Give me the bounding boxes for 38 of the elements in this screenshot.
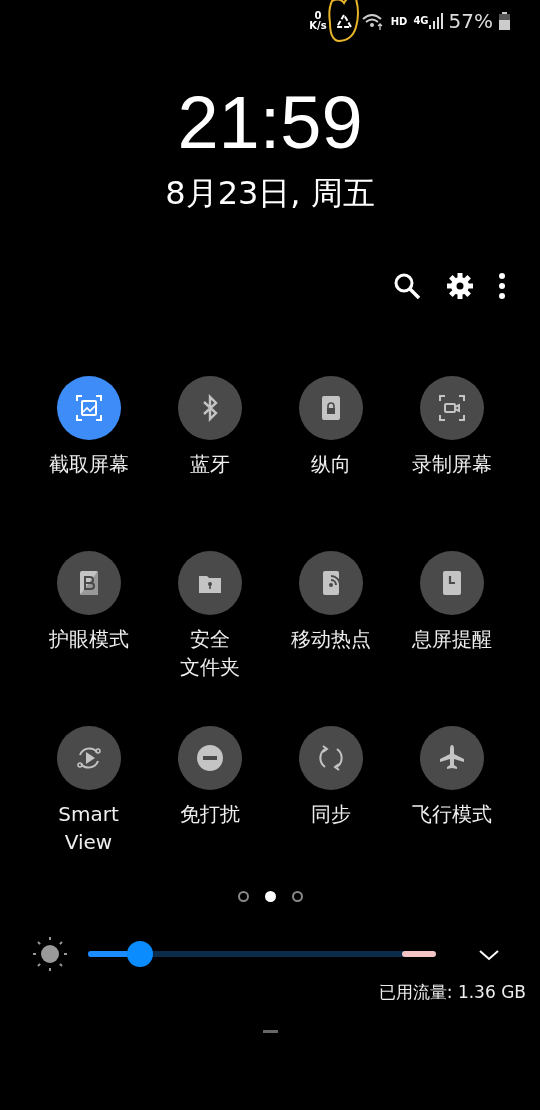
tile-label: 文件夹 — [179, 654, 240, 682]
tile-label: 截取屏幕 — [48, 451, 129, 479]
battery-percent: 57% — [448, 8, 493, 35]
search-icon — [393, 272, 421, 301]
drag-handle[interactable] — [262, 1029, 278, 1033]
tile-label: 免打扰 — [179, 801, 240, 829]
chevron-down-icon — [478, 947, 500, 962]
speed-value: 0 — [313, 11, 323, 21]
scribble-drawing — [325, 0, 362, 45]
tile-label: 移动热点 — [290, 626, 371, 654]
clock-time: 21:59 — [176, 86, 364, 160]
tile-label: 护眼模式 — [48, 626, 129, 654]
signal-type: 4G — [413, 14, 429, 28]
more-button[interactable] — [499, 273, 505, 300]
tile-label: View — [64, 829, 113, 857]
tile-label: 蓝牙 — [189, 451, 230, 479]
tile-label: 安全 — [189, 626, 230, 654]
network-type: HD — [390, 14, 408, 29]
tile-label: 飞行模式 — [411, 801, 492, 829]
speed-unit: K/s — [309, 21, 327, 31]
search-button[interactable] — [393, 272, 421, 301]
tile-label: 同步 — [310, 801, 351, 829]
page-indicator-dot[interactable] — [237, 891, 249, 903]
settings-button[interactable] — [447, 273, 473, 300]
more-icon — [499, 273, 505, 300]
wifi-icon — [360, 12, 385, 30]
tile-label: 录制屏幕 — [411, 451, 492, 479]
settings-icon — [447, 273, 473, 300]
tile-label: 息屏提醒 — [411, 626, 492, 654]
battery-icon — [499, 12, 510, 30]
tile-label: Smart — [58, 801, 119, 829]
data-usage-text: 已用流量: 1.36 GB — [378, 982, 526, 1003]
brightness-slider[interactable] — [88, 941, 436, 968]
brightness-icon — [32, 936, 68, 973]
tile-label: 纵向 — [310, 451, 351, 479]
page-indicator-dot[interactable] — [291, 891, 303, 903]
signal-icon — [428, 13, 443, 29]
date-text: 8月23日, 周五 — [165, 174, 375, 213]
